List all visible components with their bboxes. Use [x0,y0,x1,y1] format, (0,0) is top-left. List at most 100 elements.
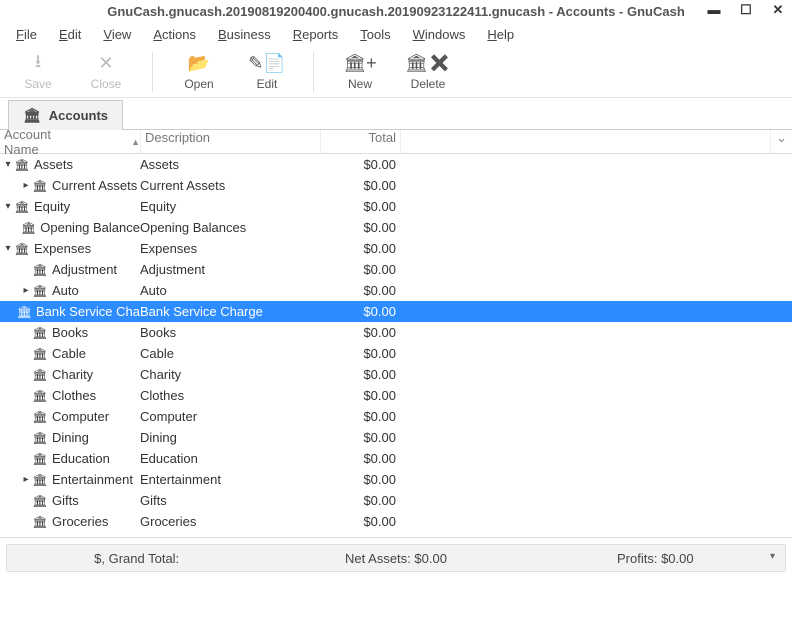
account-name-cell[interactable]: ▸🏛Groceries [0,514,140,529]
table-row[interactable]: ▸🏛Bank Service ChaBank Service Charge$0.… [0,301,792,322]
status-net-assets: Net Assets: $0.00 [266,551,525,566]
account-total-cell: $0.00 [320,409,400,424]
table-row[interactable]: ▸🏛CharityCharity$0.00 [0,364,792,385]
accounts-tree[interactable]: ▾🏛AssetsAssets$0.00▸🏛Current AssetsCurre… [0,154,792,538]
account-total-cell: $0.00 [320,325,400,340]
table-row[interactable]: ▸🏛AdjustmentAdjustment$0.00 [0,259,792,280]
account-total-cell: $0.00 [320,514,400,529]
accounts-tab-icon: 🏛 [23,107,41,124]
account-name-cell[interactable]: ▸🏛Computer [0,409,140,424]
account-name-cell[interactable]: ▸🏛Current Assets [0,178,140,193]
account-name-cell[interactable]: ▸🏛Clothes [0,388,140,403]
account-name-cell[interactable]: ▾🏛Assets [0,157,140,172]
col-header-total[interactable]: Total [320,130,400,153]
account-total-cell: $0.00 [320,241,400,256]
col-header-name[interactable]: Account Name ▲ [0,127,140,157]
table-row[interactable]: ▸🏛ClothesClothes$0.00 [0,385,792,406]
account-name-label: Bank Service Cha [36,304,140,319]
account-description-cell: Opening Balances [140,220,320,235]
save-button: ⭳ Save [4,47,72,97]
delete-label: Delete [411,77,446,91]
col-header-expand[interactable]: ⌄ [770,130,792,153]
account-icon: 🏛 [21,221,36,235]
table-row[interactable]: ▾🏛AssetsAssets$0.00 [0,154,792,175]
table-row[interactable]: ▸🏛ComputerComputer$0.00 [0,406,792,427]
menu-windows[interactable]: Windows [403,25,476,44]
account-name-cell[interactable]: ▸🏛Entertainment [0,472,140,487]
table-row[interactable]: ▾🏛EquityEquity$0.00 [0,196,792,217]
status-dropdown-icon[interactable]: ▾ [770,551,775,562]
account-total-cell: $0.00 [320,199,400,214]
account-name-cell[interactable]: ▸🏛Books [0,325,140,340]
table-row[interactable]: ▸🏛GroceriesGroceries$0.00 [0,511,792,532]
new-button[interactable]: 🏛+ New [326,47,394,97]
account-icon: 🏛 [32,347,48,361]
maximize-button[interactable]: ☐ [738,2,754,18]
account-total-cell: $0.00 [320,178,400,193]
delete-button[interactable]: 🏛✖ Delete [394,47,462,97]
disclosure-triangle-icon[interactable]: ▸ [20,180,32,191]
col-header-description[interactable]: Description [140,130,320,153]
account-name-cell[interactable]: ▸🏛Dining [0,430,140,445]
close-window-button[interactable]: ✕ [770,2,786,18]
menu-edit[interactable]: Edit [49,25,91,44]
tab-accounts[interactable]: 🏛 Accounts [8,100,123,130]
table-row[interactable]: ▸🏛AutoAuto$0.00 [0,280,792,301]
account-icon: 🏛 [32,515,48,529]
account-description-cell: Equity [140,199,320,214]
status-bar[interactable]: $, Grand Total: Net Assets: $0.00 Profit… [6,544,786,572]
menu-file[interactable]: File [6,25,47,44]
account-total-cell: $0.00 [320,157,400,172]
toolbar-separator [313,52,314,92]
account-description-cell: Bank Service Charge [140,304,320,319]
account-icon: 🏛 [32,473,48,487]
menu-business[interactable]: Business [208,25,281,44]
table-row[interactable]: ▸🏛EntertainmentEntertainment$0.00 [0,469,792,490]
menu-view[interactable]: View [93,25,141,44]
table-row[interactable]: ▸🏛BooksBooks $0.00 [0,322,792,343]
account-icon: 🏛 [32,179,48,193]
account-name-cell[interactable]: ▸🏛Education [0,451,140,466]
account-name-cell[interactable]: ▸🏛Adjustment [0,262,140,277]
disclosure-triangle-icon[interactable]: ▾ [2,159,14,170]
edit-button[interactable]: ✎📄 Edit [233,47,301,97]
account-total-cell: $0.00 [320,451,400,466]
edit-label: Edit [257,77,278,91]
table-row[interactable]: ▸🏛GiftsGifts$0.00 [0,490,792,511]
chevron-down-icon: ⌄ [776,130,787,145]
menu-tools[interactable]: Tools [350,25,400,44]
account-name-cell[interactable]: ▸🏛Cable [0,346,140,361]
account-description-cell: Cable [140,346,320,361]
account-icon: 🏛 [14,200,30,214]
account-name-label: Clothes [52,388,96,403]
account-description-cell: Gifts [140,493,320,508]
account-description-cell: Assets [140,157,320,172]
account-name-cell[interactable]: ▸🏛Auto [0,283,140,298]
account-name-label: Books [52,325,88,340]
account-name-cell[interactable]: ▸🏛Gifts [0,493,140,508]
disclosure-triangle-icon[interactable]: ▸ [20,474,32,485]
disclosure-triangle-icon[interactable]: ▾ [2,201,14,212]
account-name-cell[interactable]: ▾🏛Expenses [0,241,140,256]
table-row[interactable]: ▸🏛DiningDining$0.00 [0,427,792,448]
table-row[interactable]: ▸🏛Opening BalanceOpening Balances$0.00 [0,217,792,238]
table-row[interactable]: ▸🏛EducationEducation$0.00 [0,448,792,469]
account-name-cell[interactable]: ▾🏛Equity [0,199,140,214]
account-name-label: Auto [52,283,79,298]
menu-help[interactable]: Help [477,25,524,44]
disclosure-triangle-icon[interactable]: ▾ [2,243,14,254]
table-row[interactable]: ▾🏛ExpensesExpenses$0.00 [0,238,792,259]
menu-actions[interactable]: Actions [143,25,206,44]
account-name-cell[interactable]: ▸🏛Bank Service Cha [0,304,140,319]
menu-reports[interactable]: Reports [283,25,349,44]
table-row[interactable]: ▸🏛Current AssetsCurrent Assets$0.00 [0,175,792,196]
table-row[interactable]: ▸🏛CableCable$0.00 [0,343,792,364]
account-name-cell[interactable]: ▸🏛Charity [0,367,140,382]
status-profits-label: Profits: $0.00 [617,551,694,566]
account-name-cell[interactable]: ▸🏛Opening Balance [0,220,140,235]
edit-icon: ✎📄 [248,53,286,75]
minimize-button[interactable]: ▬ [706,2,722,18]
open-button[interactable]: 📂 Open [165,47,233,97]
save-label: Save [24,77,51,91]
disclosure-triangle-icon[interactable]: ▸ [20,285,32,296]
